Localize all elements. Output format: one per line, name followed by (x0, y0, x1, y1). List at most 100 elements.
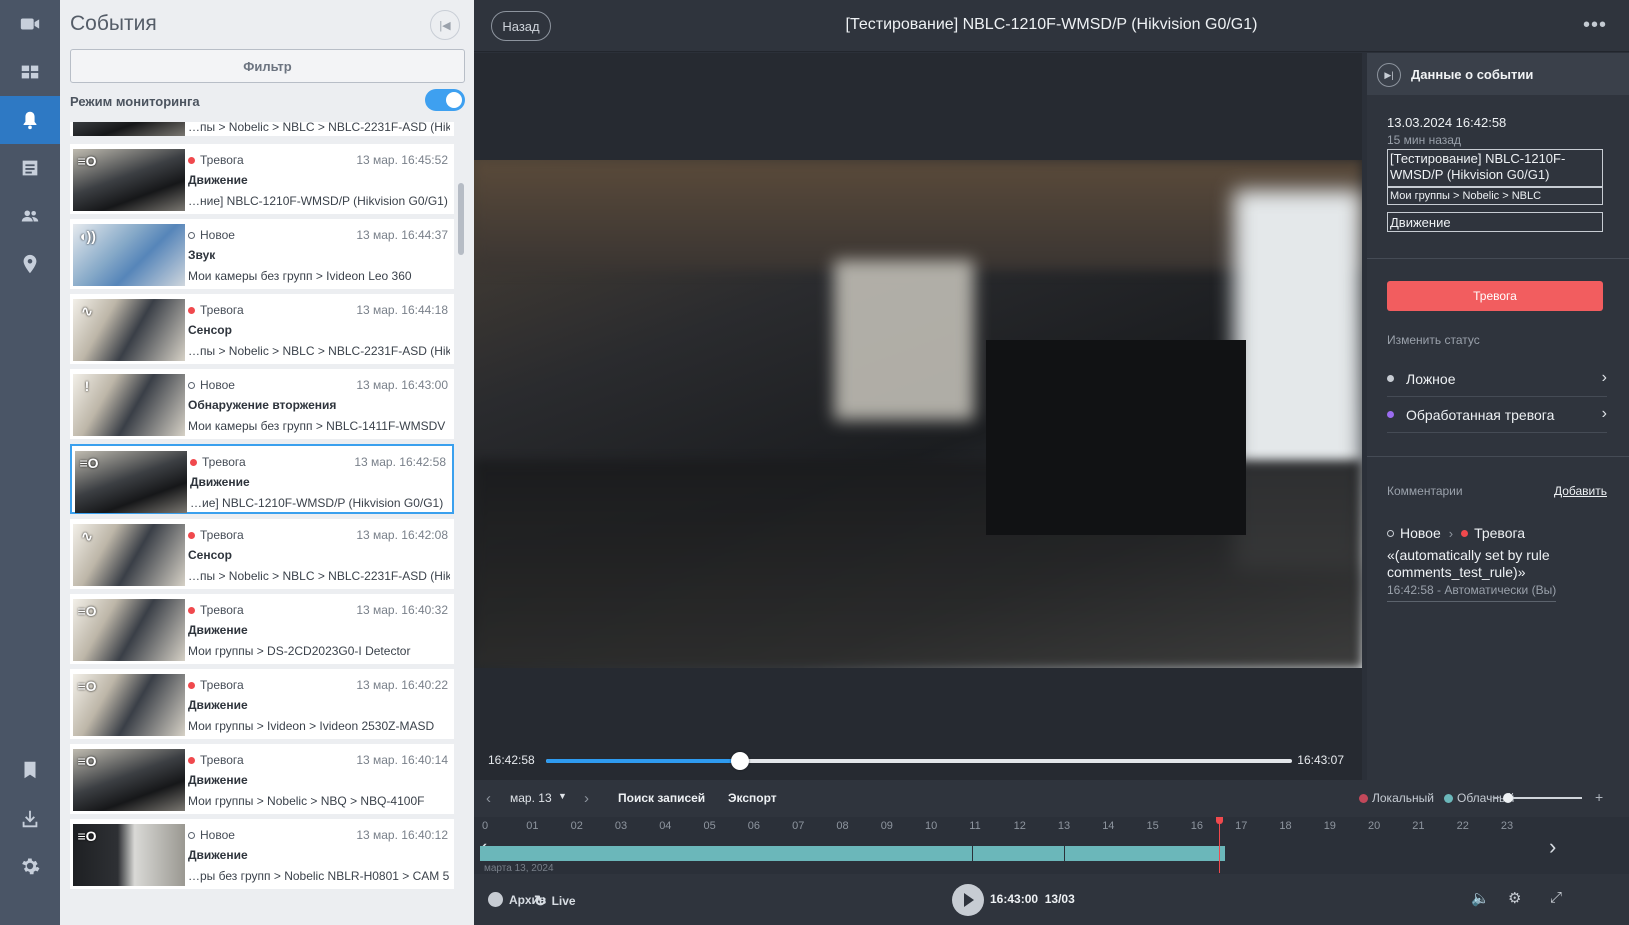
event-card[interactable]: ≡O Тревога 13 мар. 16:40:32 Движение Мои гру… (70, 594, 454, 664)
details-title: Данные о событии (1411, 67, 1534, 82)
collapse-right-icon: ▶| (1384, 69, 1394, 80)
settings-gear-icon (22, 858, 40, 875)
nav-settings[interactable] (0, 842, 60, 890)
timeline[interactable]: ‹ марта 13, 2024 › 001020304050607080910… (474, 817, 1629, 874)
scrub-handle[interactable] (730, 752, 749, 770)
status-dot (190, 458, 197, 466)
event-details-panel: ▶| Данные о событии 13.03.2024 16:42:58 … (1367, 53, 1629, 780)
dashboard-grid-icon (21, 65, 39, 79)
event-camera-name: [Тестирование] NBLC-1210F-WMSD/P (Hikvis… (1387, 149, 1603, 187)
nav-dashboard[interactable] (0, 48, 60, 96)
hour-tick-label: 20 (1368, 820, 1381, 832)
volume-icon[interactable]: 🔈 (1471, 889, 1490, 907)
event-status: Тревога (190, 455, 246, 469)
nav-bookmarks[interactable] (0, 746, 60, 794)
event-card[interactable]: ∿ Тревога 13 мар. 16:42:08 Сенсор …пы > Nobe… (70, 519, 454, 589)
prev-day-icon[interactable]: ‹ (486, 790, 491, 807)
next-day-icon[interactable]: › (584, 790, 589, 807)
nav-users[interactable] (0, 192, 60, 240)
event-path: …ие] NBLC-1210F-WMSD/P (Hikvision G0/G1) (190, 496, 444, 510)
event-card[interactable]: ≡O Тревога 13 мар. 16:40:14 Движение Мои гру… (70, 744, 454, 814)
sound-icon: ◖)) (78, 228, 96, 244)
status-option-false[interactable]: Ложное › (1387, 361, 1607, 397)
status-option-label: Обработанная тревога (1406, 406, 1555, 423)
recording-gap (972, 846, 973, 861)
zoom-slider-handle[interactable] (1503, 793, 1513, 803)
collapse-panel-button[interactable]: |◀ (430, 10, 460, 40)
event-status: Новое (188, 228, 235, 242)
recording-strip[interactable] (480, 846, 1225, 861)
status-alarm-button[interactable]: Тревога (1387, 281, 1603, 311)
timeline-sub-date: марта 13, 2024 (484, 863, 554, 874)
event-time: 13 мар. 16:44:18 (356, 303, 448, 317)
status-dot (188, 306, 195, 314)
scrub-track[interactable] (546, 752, 1292, 770)
hour-tick-label: 09 (880, 820, 893, 832)
hour-tick-label: 06 (747, 820, 761, 832)
live-mode-button[interactable]: ↻ Live (534, 892, 576, 910)
filter-button[interactable]: Фильтр (70, 49, 465, 83)
hour-tick-label: 05 (703, 820, 716, 832)
event-card[interactable]: ≡O Новое 13 мар. 16:40:12 Движение …ры без г… (70, 819, 454, 889)
timeline-date[interactable]: мар. 13 (510, 791, 552, 805)
export-button[interactable]: Экспорт (728, 791, 777, 805)
event-status-label: Тревога (200, 153, 244, 167)
event-time: 13 мар. 16:43:00 (356, 378, 448, 392)
timeline-cursor[interactable] (1219, 817, 1220, 873)
event-time: 13 мар. 16:40:32 (356, 603, 448, 617)
hour-tick-label: 08 (836, 820, 849, 832)
event-thumbnail: ≡O (73, 599, 185, 661)
event-status: Тревога (188, 528, 244, 542)
zoom-in-icon[interactable]: + (1595, 789, 1603, 805)
divider (1367, 456, 1629, 457)
event-path: Мои группы > DS-2CD2023G0-I Detector (188, 644, 411, 658)
nav-archive-list[interactable] (0, 144, 60, 192)
nav-map[interactable] (0, 240, 60, 288)
status-dot (1461, 529, 1469, 537)
events-title: События (70, 12, 157, 35)
nav-downloads[interactable] (0, 795, 60, 843)
event-status: Тревога (188, 603, 244, 617)
live-label: Live (551, 894, 576, 908)
event-card[interactable]: ≡O Тревога 13 мар. 16:45:52 Движение …ние] N… (70, 144, 454, 214)
events-panel: События |◀ Фильтр Режим мониторинга …пы … (60, 0, 474, 925)
event-card[interactable]: ≡O Тревога 13 мар. 16:40:22 Движение Мои гру… (70, 669, 454, 739)
collapse-details-button[interactable]: ▶| (1377, 63, 1401, 87)
event-path: …пы > Nobelic > NBLC > NBLC-2231F-ASD (H… (188, 122, 450, 134)
event-card[interactable]: ◖)) Новое 13 мар. 16:44:37 Звук Мои камеры б… (70, 219, 454, 289)
event-thumbnail: ≡O (75, 451, 187, 513)
hour-tick-label: 22 (1456, 820, 1469, 832)
nav-cameras[interactable] (0, 0, 60, 48)
play-button[interactable] (952, 884, 984, 916)
nav-events[interactable] (0, 96, 60, 144)
comments-label: Комментарии (1387, 484, 1463, 498)
more-options-icon[interactable]: ••• (1583, 14, 1607, 37)
events-list[interactable]: …пы > Nobelic > NBLC > NBLC-2231F-ASD (H… (60, 122, 474, 925)
chevron-right-icon: › (1601, 405, 1607, 422)
events-scrollbar[interactable] (458, 183, 464, 255)
event-type-label: Звук (188, 248, 216, 262)
fullscreen-icon[interactable]: ⤢ (1550, 889, 1562, 906)
event-card[interactable]: ! Новое 13 мар. 16:43:00 Обнаружение вторже… (70, 369, 454, 439)
status-option-processed[interactable]: Обработанная тревога › (1387, 397, 1607, 433)
event-status-label: Тревога (200, 303, 244, 317)
event-status: Тревога (188, 153, 244, 167)
event-type-label: Обнаружение вторжения (188, 398, 337, 412)
monitoring-mode-toggle[interactable] (425, 89, 465, 111)
chevron-down-icon[interactable]: ▼ (558, 791, 567, 801)
timeline-toolbar: ‹ мар. 13 ▼ › Поиск записей Экспорт Лока… (474, 780, 1629, 817)
zoom-out-icon[interactable]: − (1492, 789, 1500, 805)
map-pin-icon (23, 254, 37, 274)
legend-local-label: Локальный (1372, 791, 1434, 805)
event-card-partial[interactable]: …пы > Nobelic > NBLC > NBLC-2231F-ASD (H… (70, 122, 454, 136)
event-card[interactable]: ≡O Тревога 13 мар. 16:42:58 Движение …ие] NB… (70, 444, 454, 514)
video-frame[interactable] (474, 160, 1362, 668)
timeline-next-icon[interactable]: › (1549, 834, 1556, 860)
settings-gear-icon[interactable]: ⚙ (1508, 889, 1521, 907)
event-card[interactable]: ∿ Тревога 13 мар. 16:44:18 Сенсор …пы > Nobe… (70, 294, 454, 364)
search-records-button[interactable]: Поиск записей (618, 791, 705, 805)
recording-gap (1064, 846, 1065, 861)
zoom-slider[interactable] (1504, 797, 1582, 799)
scrub-progress (546, 759, 740, 763)
add-comment-link[interactable]: Добавить (1554, 484, 1607, 498)
